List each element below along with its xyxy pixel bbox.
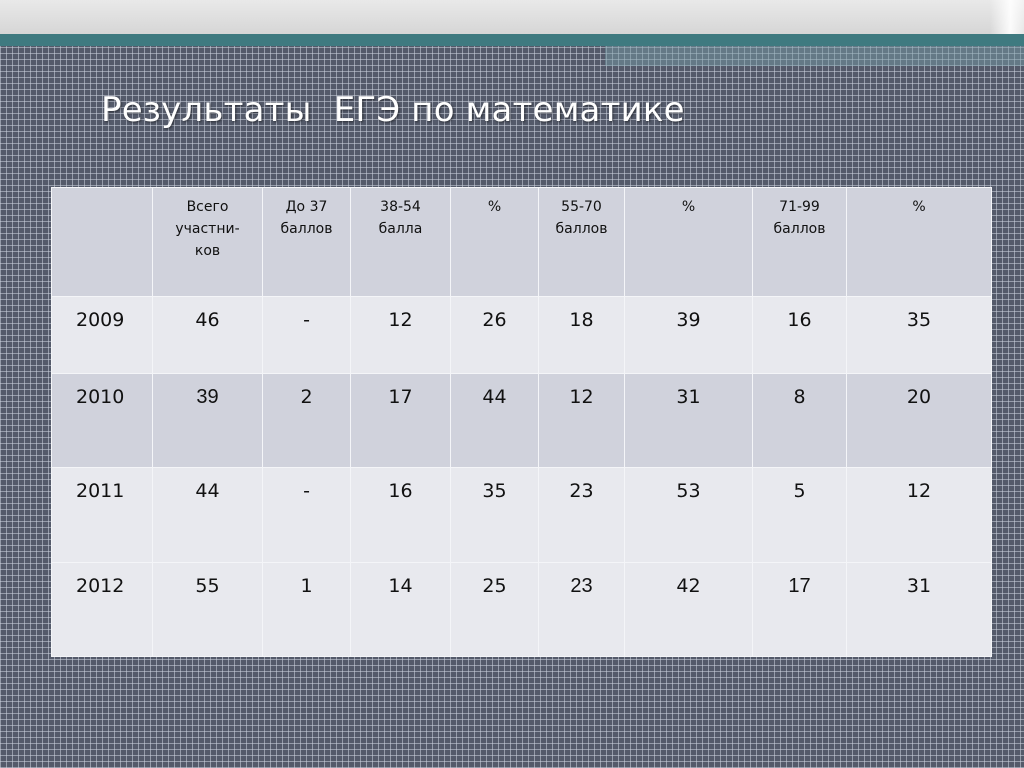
header-cell-71-99: 71-99 баллов [752, 187, 847, 297]
table-cell: 23 [538, 561, 625, 658]
header-cell-total: Всего участни-ков [152, 187, 263, 297]
table-cell: 1 [262, 561, 351, 658]
table-cell: 26 [450, 295, 539, 375]
table-cell: 12 [538, 373, 625, 469]
table-cell: 44 [152, 467, 263, 563]
header-cell-pct-2: % [624, 187, 753, 297]
table-cell: 18 [538, 295, 625, 375]
table-cell: - [262, 295, 351, 375]
header-row: Всего участни-ков До 37 баллов 38-54 бал… [51, 187, 992, 297]
table-row-2011: 2011 44 - 16 35 23 53 5 12 [51, 467, 992, 563]
table-cell-year: 2012 [51, 561, 153, 658]
table-cell: 35 [450, 467, 539, 563]
table-cell: 16 [752, 295, 847, 375]
table-cell: 17 [350, 373, 451, 469]
table-row-2012: 2012 55 1 14 25 23 42 17 31 [51, 561, 992, 658]
accent-bar-shadow [605, 46, 1024, 66]
table-cell: 23 [538, 467, 625, 563]
header-cell-38-54: 38-54 балла [350, 187, 451, 297]
accent-bar [0, 34, 1024, 46]
table-cell: 44 [450, 373, 539, 469]
table-cell: 31 [624, 373, 753, 469]
top-band-shine [990, 0, 1024, 34]
table-cell: 12 [846, 467, 992, 563]
table-cell: 16 [350, 467, 451, 563]
header-cell-pct-3: % [846, 187, 992, 297]
table-cell: 5 [752, 467, 847, 563]
table-cell: 31 [846, 561, 992, 658]
table-cell: 25 [450, 561, 539, 658]
table-cell: 2 [262, 373, 351, 469]
results-table: Всего участни-ков До 37 баллов 38-54 бал… [51, 187, 992, 658]
top-band [0, 0, 1024, 34]
header-cell-year [51, 187, 153, 297]
table-cell: 8 [752, 373, 847, 469]
table-cell: - [262, 467, 351, 563]
table-cell: 14 [350, 561, 451, 658]
table-row-2010: 2010 39 2 17 44 12 31 8 20 [51, 373, 992, 469]
table-cell-year: 2010 [51, 373, 153, 469]
table-cell: 55 [152, 561, 263, 658]
table-cell-year: 2009 [51, 295, 153, 375]
header-cell-55-70: 55-70 баллов [538, 187, 625, 297]
table-cell: 46 [152, 295, 263, 375]
header-cell-pct-1: % [450, 187, 539, 297]
table-cell: 53 [624, 467, 753, 563]
table-cell: 39 [624, 295, 753, 375]
table-cell: 12 [350, 295, 451, 375]
slide-title: Результаты ЕГЭ по математике [101, 90, 685, 130]
table-cell: 42 [624, 561, 753, 658]
table-cell-year: 2011 [51, 467, 153, 563]
table-cell: 39 [152, 373, 263, 469]
table-cell: 20 [846, 373, 992, 469]
table-cell: 17 [752, 561, 847, 658]
header-cell-below-37: До 37 баллов [262, 187, 351, 297]
table-row-2009: 2009 46 - 12 26 18 39 16 35 [51, 295, 992, 375]
table-cell: 35 [846, 295, 992, 375]
